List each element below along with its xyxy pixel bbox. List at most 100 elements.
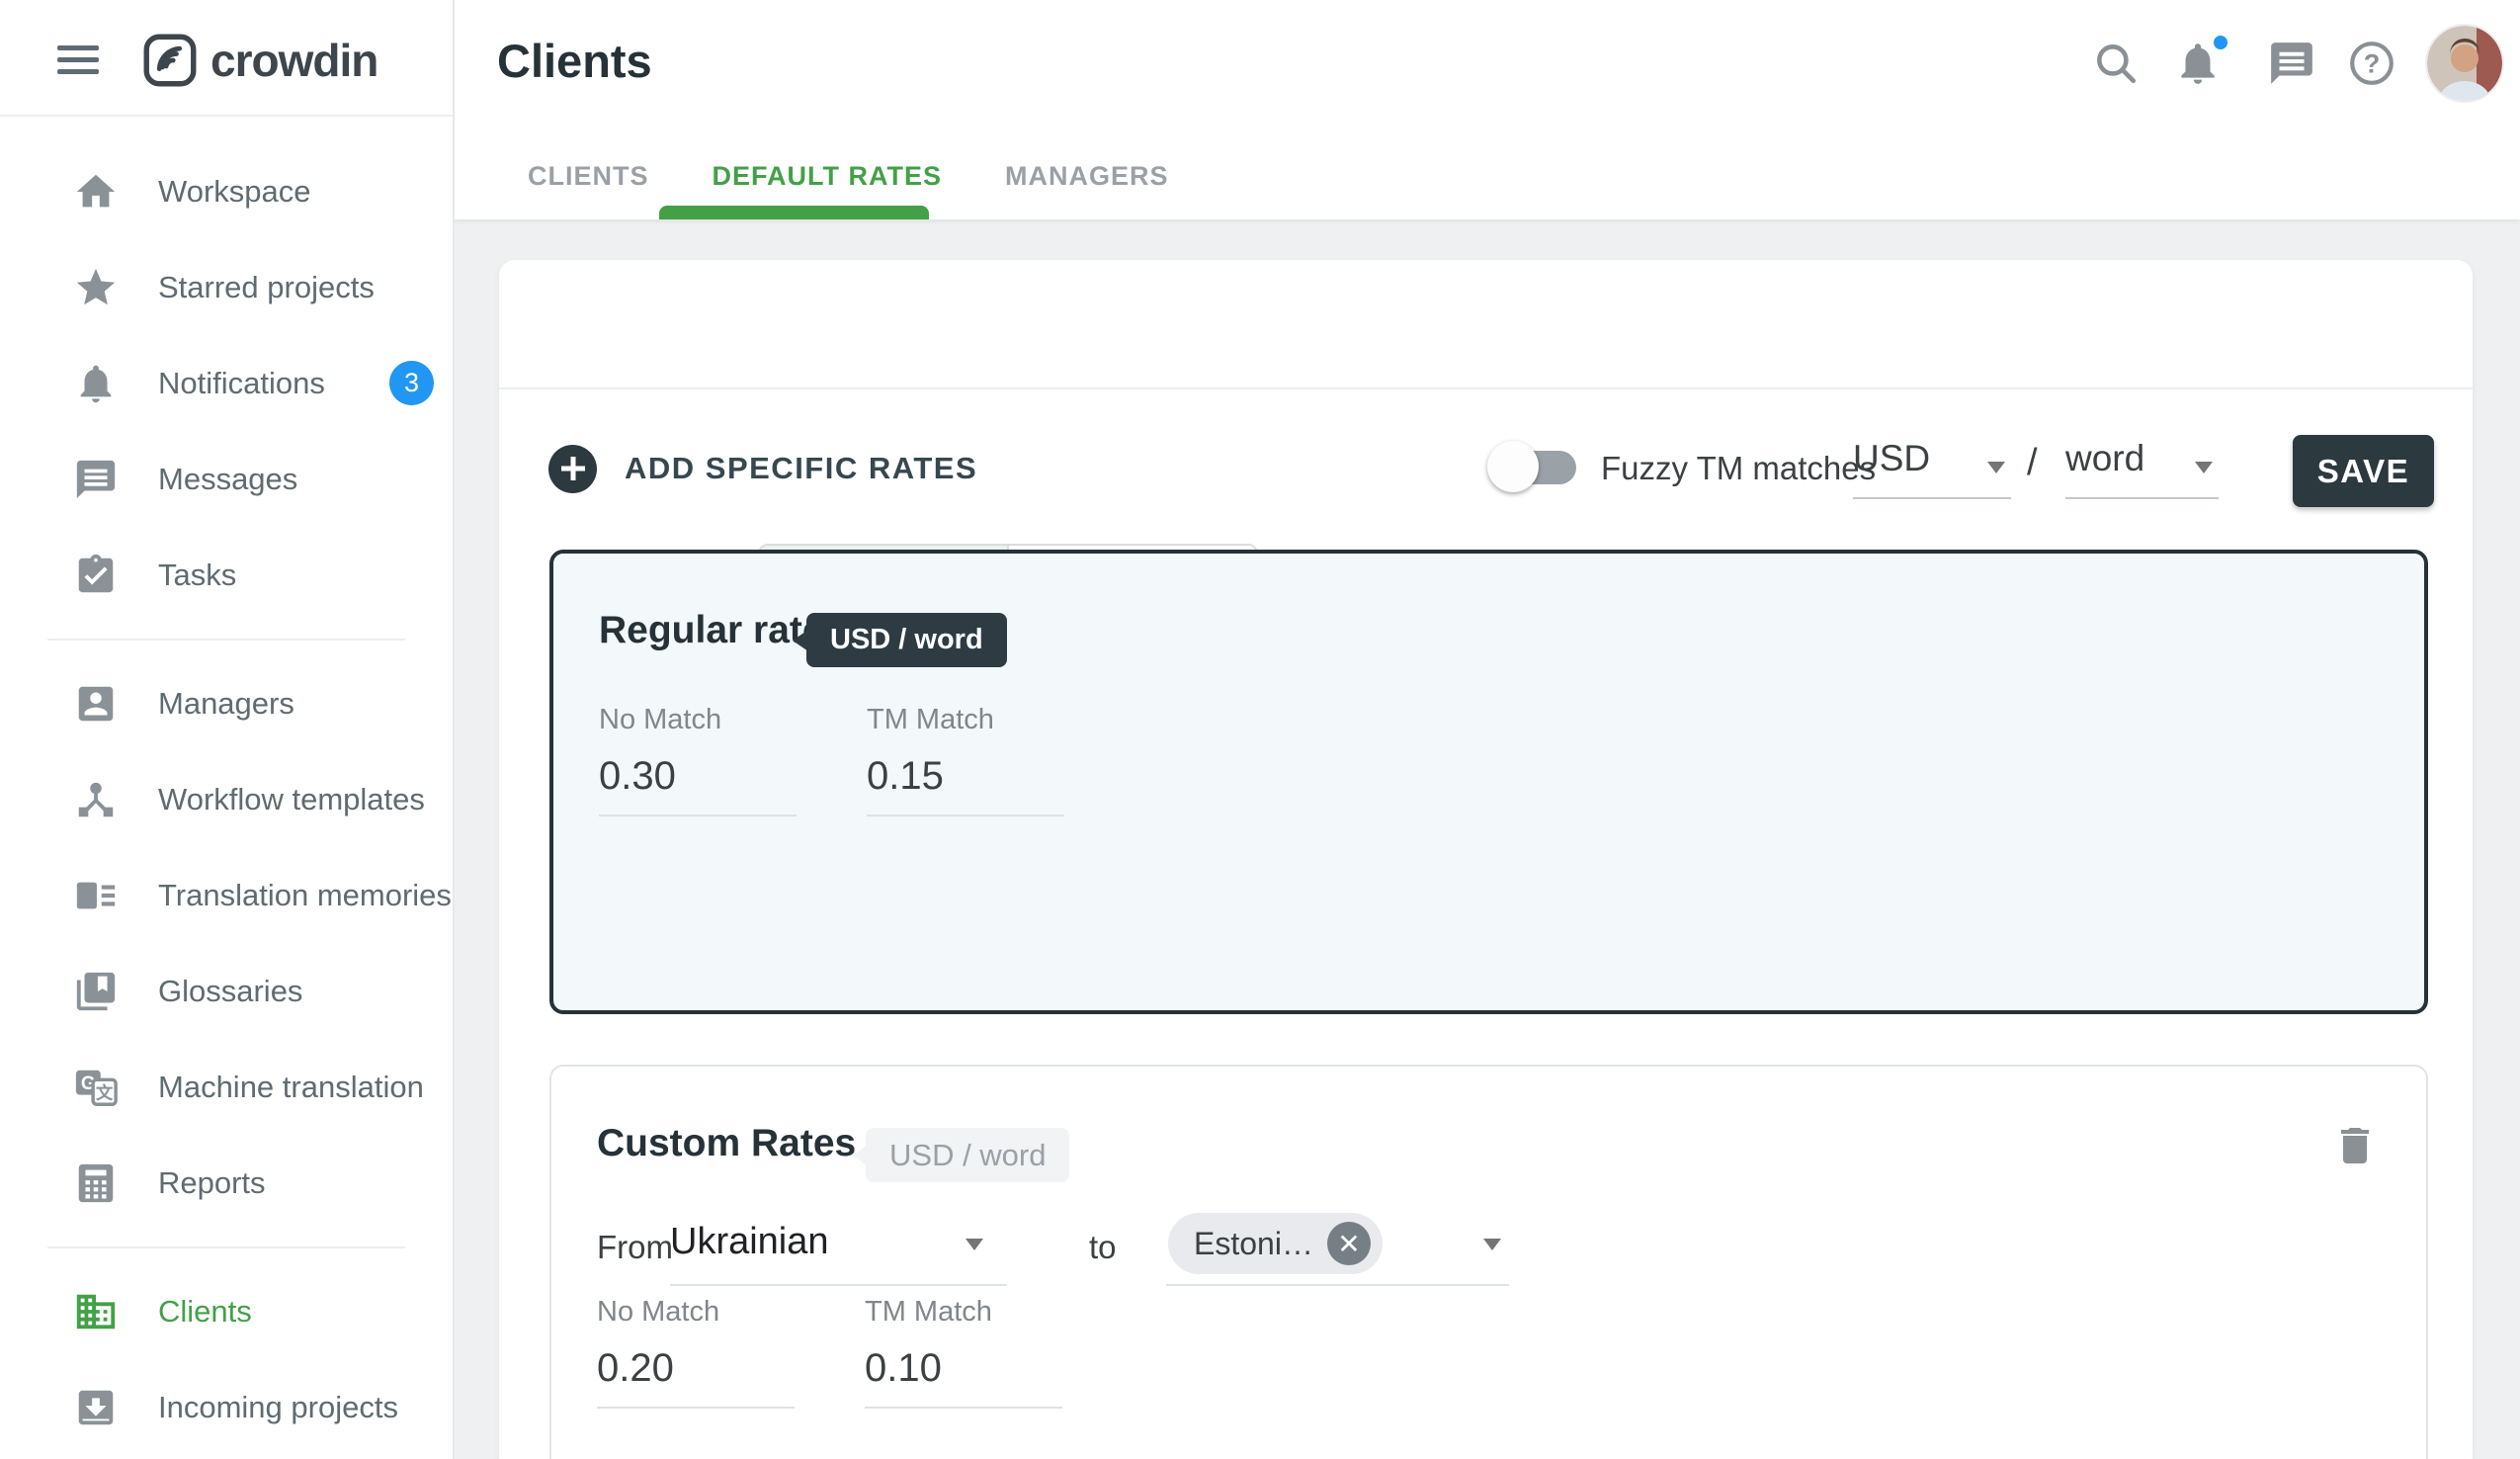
chevron-down-icon	[2195, 462, 2213, 473]
no-match-label: No Match	[599, 704, 797, 736]
chevron-down-icon	[1483, 1239, 1501, 1250]
fuzzy-tm-label: Fuzzy TM matches	[1601, 450, 1876, 487]
page-title: Clients	[497, 34, 652, 88]
sidebar-item-label: Notifications	[158, 366, 325, 401]
save-button[interactable]: SAVE	[2293, 435, 2434, 507]
target-language-chip: Estoni… ✕	[1168, 1213, 1383, 1274]
add-specific-rates-label: ADD SPECIFIC RATES	[625, 451, 977, 486]
tab-managers[interactable]: MANAGERS	[1005, 161, 1169, 192]
sidebar-item-managers[interactable]: Managers	[0, 655, 453, 751]
regular-rates-currency-badge: USD / word	[806, 613, 1007, 667]
tm-match-field: TM Match	[867, 704, 1064, 816]
currency-value: USD	[1853, 438, 1930, 478]
regular-rates-card: Regular rates USD / word No Match TM Mat…	[549, 550, 2428, 1014]
source-language-value: Ukrainian	[670, 1221, 829, 1263]
chat-icon[interactable]	[2264, 36, 2319, 91]
clients-building-icon	[72, 1288, 120, 1335]
currency-select[interactable]: USD	[1853, 438, 2011, 499]
sidebar: crowdin Workspace Starred projects Notif…	[0, 0, 455, 1459]
crowdin-app: crowdin Workspace Starred projects Notif…	[0, 0, 2520, 1459]
help-icon[interactable]: ?	[2344, 36, 2399, 91]
tasks-icon	[72, 552, 120, 599]
to-label: to	[1089, 1229, 1117, 1266]
person-card-icon	[72, 680, 120, 728]
sidebar-item-label: Clients	[158, 1294, 252, 1330]
toggle-knob	[1487, 441, 1539, 492]
no-match-field: No Match	[597, 1296, 795, 1409]
fuzzy-tm-toggle[interactable]	[1487, 441, 1576, 492]
currency-unit-separator: /	[2027, 442, 2038, 484]
no-match-label: No Match	[597, 1296, 795, 1329]
sidebar-item-label: Translation memories	[158, 878, 452, 913]
sidebar-item-clients[interactable]: Clients	[0, 1263, 453, 1359]
no-match-field: No Match	[599, 704, 797, 816]
bell-icon	[72, 360, 120, 407]
sidebar-item-label: Glossaries	[158, 974, 302, 1009]
section-divider	[499, 387, 2473, 389]
sidebar-item-glossaries[interactable]: Glossaries	[0, 943, 453, 1039]
unit-select[interactable]: word	[2065, 438, 2219, 499]
sidebar-item-starred-projects[interactable]: Starred projects	[0, 239, 453, 335]
unit-value: word	[2065, 438, 2144, 478]
target-language-select[interactable]: Estoni… ✕	[1166, 1207, 1509, 1286]
no-match-input[interactable]	[597, 1342, 795, 1409]
hamburger-menu-icon[interactable]	[57, 43, 99, 79]
sidebar-item-label: Workspace	[158, 174, 311, 210]
logo-text: crowdin	[210, 34, 378, 87]
home-icon	[72, 168, 120, 215]
sidebar-divider	[47, 1246, 405, 1248]
workflow-icon	[72, 776, 120, 823]
star-icon	[72, 264, 120, 311]
search-icon[interactable]	[2088, 36, 2143, 91]
crowdin-logo[interactable]: crowdin	[143, 33, 378, 88]
sidebar-item-label: Incoming projects	[158, 1390, 398, 1425]
svg-text:文: 文	[96, 1082, 114, 1102]
notifications-bell-icon[interactable]	[2170, 36, 2226, 91]
user-avatar[interactable]	[2427, 26, 2502, 101]
crowdin-logo-icon	[143, 34, 197, 87]
sidebar-item-label: Workflow templates	[158, 782, 425, 817]
sidebar-item-label: Managers	[158, 686, 294, 722]
source-language-select[interactable]: Ukrainian	[670, 1207, 1007, 1286]
chevron-down-icon	[1987, 462, 2005, 473]
tm-match-input[interactable]	[865, 1342, 1062, 1409]
tm-match-label: TM Match	[867, 704, 1064, 736]
sidebar-item-tasks[interactable]: Tasks	[0, 527, 453, 623]
custom-rates-card: Custom Rates #1 USD / word From Ukrainia…	[549, 1065, 2428, 1459]
message-icon	[72, 456, 120, 503]
language-pair-row: From Ukrainian to Estoni… ✕	[597, 1207, 2079, 1292]
tab-bar: CLIENTS DEFAULT RATES MANAGERS	[528, 148, 1232, 204]
glossary-icon	[72, 968, 120, 1015]
main-panel: Services Translate Proofread ADD SPECIFI…	[499, 260, 2473, 1459]
sidebar-item-incoming-projects[interactable]: Incoming projects	[0, 1359, 453, 1455]
sidebar-item-workflow-templates[interactable]: Workflow templates	[0, 751, 453, 847]
unread-dot	[2210, 32, 2231, 53]
sidebar-item-notifications[interactable]: Notifications 3	[0, 335, 453, 431]
top-header: Clients CLIENTS DEFAULT RATES MANAGERS ?	[455, 0, 2520, 219]
tm-match-input[interactable]	[867, 750, 1064, 816]
sidebar-item-label: Tasks	[158, 558, 236, 593]
custom-rates-currency-badge: USD / word	[866, 1128, 1069, 1182]
chevron-down-icon	[966, 1239, 983, 1250]
sidebar-item-label: Machine translation	[158, 1070, 424, 1105]
incoming-projects-icon	[72, 1384, 120, 1431]
sidebar-item-reports[interactable]: Reports	[0, 1135, 453, 1231]
sidebar-item-messages[interactable]: Messages	[0, 431, 453, 527]
reports-icon	[72, 1159, 120, 1207]
remove-language-icon[interactable]: ✕	[1327, 1222, 1371, 1265]
sidebar-item-label: Reports	[158, 1165, 266, 1201]
add-specific-rates-button[interactable]: ADD SPECIFIC RATES	[548, 443, 977, 494]
no-match-input[interactable]	[599, 750, 797, 816]
sidebar-item-translation-memories[interactable]: Translation memories	[0, 847, 453, 943]
sidebar-divider	[47, 639, 405, 641]
delete-custom-rates-button[interactable]	[2325, 1116, 2385, 1175]
tab-default-rates[interactable]: DEFAULT RATES	[713, 161, 943, 192]
sidebar-item-machine-translation[interactable]: G文 Machine translation	[0, 1039, 453, 1135]
svg-text:?: ?	[2364, 48, 2381, 79]
plus-icon	[548, 445, 597, 493]
from-label: From	[597, 1229, 673, 1266]
sidebar-item-workspace[interactable]: Workspace	[0, 143, 453, 239]
tab-clients[interactable]: CLIENTS	[528, 161, 649, 192]
trash-icon	[2331, 1122, 2379, 1169]
tm-match-label: TM Match	[865, 1296, 1062, 1329]
